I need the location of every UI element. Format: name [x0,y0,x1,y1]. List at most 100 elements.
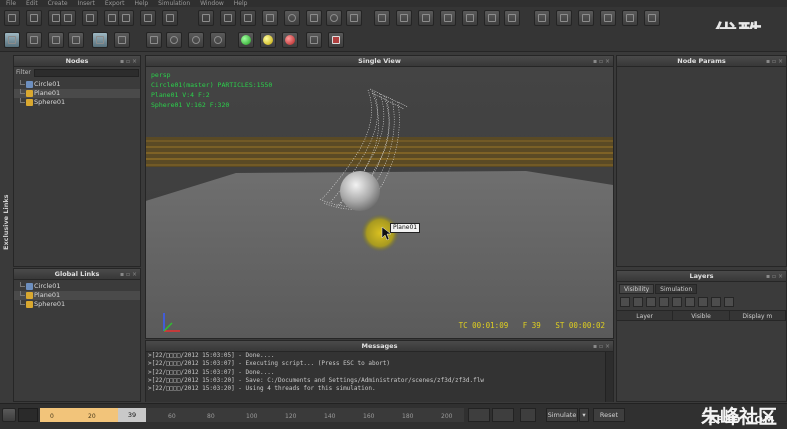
messages-log: >[22/□□□□/2012 15:03:05] - Done.... >[22/… [146,352,606,402]
current-frame[interactable]: 39 [118,408,146,422]
single-view-viewport[interactable]: Single View ▪ ▫ × persp Circle01(master)… [145,55,614,339]
pause-simulation-icon[interactable] [260,32,276,48]
timeline-tick: 80 [207,413,215,420]
particles-icon[interactable] [484,10,500,26]
eye-icon[interactable] [724,297,734,307]
filter-input[interactable] [33,68,139,77]
front-view-icon[interactable] [600,10,616,26]
curve-icon[interactable] [26,32,42,48]
menu-item-1[interactable]: Edit [26,0,38,7]
start-simulation-icon[interactable] [238,32,254,48]
move-icon[interactable] [262,10,278,26]
layer-nodes-icon[interactable] [659,297,669,307]
orbit-icon[interactable] [188,32,204,48]
container-icon[interactable] [418,10,434,26]
col-layer[interactable]: Layer [617,311,674,320]
timeline-start-field[interactable] [18,408,38,422]
shaded-view-icon[interactable] [578,10,594,26]
col-visible[interactable]: Visible [673,311,730,320]
layer-add-nodes-icon[interactable] [672,297,682,307]
settings-icon[interactable] [114,32,130,48]
messages-scrollbar[interactable] [605,352,613,402]
nodes-panel-header: Nodes ▪ ▫ × [14,56,140,67]
timeline-range[interactable]: 0 20 [40,408,118,422]
tree-item[interactable]: Sphere01 [14,300,140,309]
render-icon[interactable] [68,32,84,48]
layers-toolbar [617,294,786,310]
timeline-end-field[interactable] [468,408,490,422]
simulate-button[interactable]: Simulate [546,408,578,422]
cut-icon[interactable] [118,10,134,26]
timeline-ruler[interactable]: 60 80 100 120 140 160 180 200 [146,408,464,422]
remove-layer-icon[interactable] [633,297,643,307]
copy-icon[interactable] [140,10,156,26]
export-icon[interactable] [48,32,64,48]
tab-simulation[interactable]: Simulation [655,284,698,294]
layer-remove-nodes-icon[interactable] [685,297,695,307]
top-view-icon[interactable] [644,10,660,26]
move-up-icon[interactable] [698,297,708,307]
add-layer-icon[interactable] [620,297,630,307]
record-icon[interactable] [328,32,344,48]
col-display[interactable]: Display m [730,311,786,320]
tree-item[interactable]: Plane01 [14,89,140,98]
zf3d-watermark-en: ZF3D.COM [708,415,775,426]
exclusive-links-tab[interactable]: Exclusive Links [0,190,13,265]
menu-item-2[interactable]: Create [48,0,68,7]
tree-item[interactable]: Circle01 [14,80,140,89]
simulate-dropdown-icon[interactable]: ▾ [579,408,589,422]
object-tooltip: Plane01 [390,223,421,233]
timeline-icon[interactable] [4,32,20,48]
menu-item-8[interactable]: Help [234,0,248,7]
menu-item-6[interactable]: Simulation [158,0,190,7]
wire-view-icon[interactable] [556,10,572,26]
horizon-grid [146,137,613,167]
undo-icon[interactable] [82,10,98,26]
save-as-icon[interactable] [60,10,76,26]
lasso-icon[interactable] [166,32,182,48]
tree-item[interactable]: Sphere01 [14,98,140,107]
timeline-bar: 0 20 39 60 80 100 120 140 160 180 200 Simulate … [0,403,787,429]
unlink-icon[interactable] [346,10,362,26]
emitter-icon[interactable] [396,10,412,26]
open-icon[interactable] [26,10,42,26]
zoom-icon[interactable] [210,32,226,48]
layers-icon[interactable] [92,32,108,48]
tree-item[interactable]: Circle01 [14,282,140,291]
link-icon[interactable] [326,10,342,26]
grid-view-icon[interactable] [534,10,550,26]
menu-item-7[interactable]: Window [200,0,224,7]
group-icon[interactable] [240,10,256,26]
menu-item-0[interactable]: File [6,0,16,7]
play-icon[interactable] [520,408,536,422]
camera-icon[interactable] [198,10,214,26]
node-params-header: Node Params ▪ ▫ × [617,56,786,67]
timeline-menu-icon[interactable] [2,408,16,422]
cursor-icon[interactable] [146,32,162,48]
reset-button[interactable]: Reset [593,408,625,422]
fluid-icon[interactable] [462,10,478,26]
tree-item[interactable]: Plane01 [14,291,140,300]
scale-icon[interactable] [306,10,322,26]
timeline-fps-field[interactable] [492,408,514,422]
mesh-icon[interactable] [440,10,456,26]
tab-visibility[interactable]: Visibility [619,284,655,294]
side-view-icon[interactable] [622,10,638,26]
save-sim-icon[interactable] [306,32,322,48]
tree-connector [20,80,25,85]
light-icon[interactable] [220,10,236,26]
menu-item-4[interactable]: Export [105,0,125,7]
emitter-icon [26,81,33,88]
daemon-icon[interactable] [374,10,390,26]
stop-simulation-icon[interactable] [282,32,298,48]
rotate-icon[interactable] [284,10,300,26]
sphere-icon [26,99,33,106]
menu-item-5[interactable]: Help [134,0,148,7]
new-scene-icon[interactable] [4,10,20,26]
layer-props-icon[interactable] [646,297,656,307]
timecode: TC 00:01:09 [458,321,509,330]
box-icon[interactable] [504,10,520,26]
menu-item-3[interactable]: Insert [78,0,95,7]
move-down-icon[interactable] [711,297,721,307]
paste-icon[interactable] [162,10,178,26]
